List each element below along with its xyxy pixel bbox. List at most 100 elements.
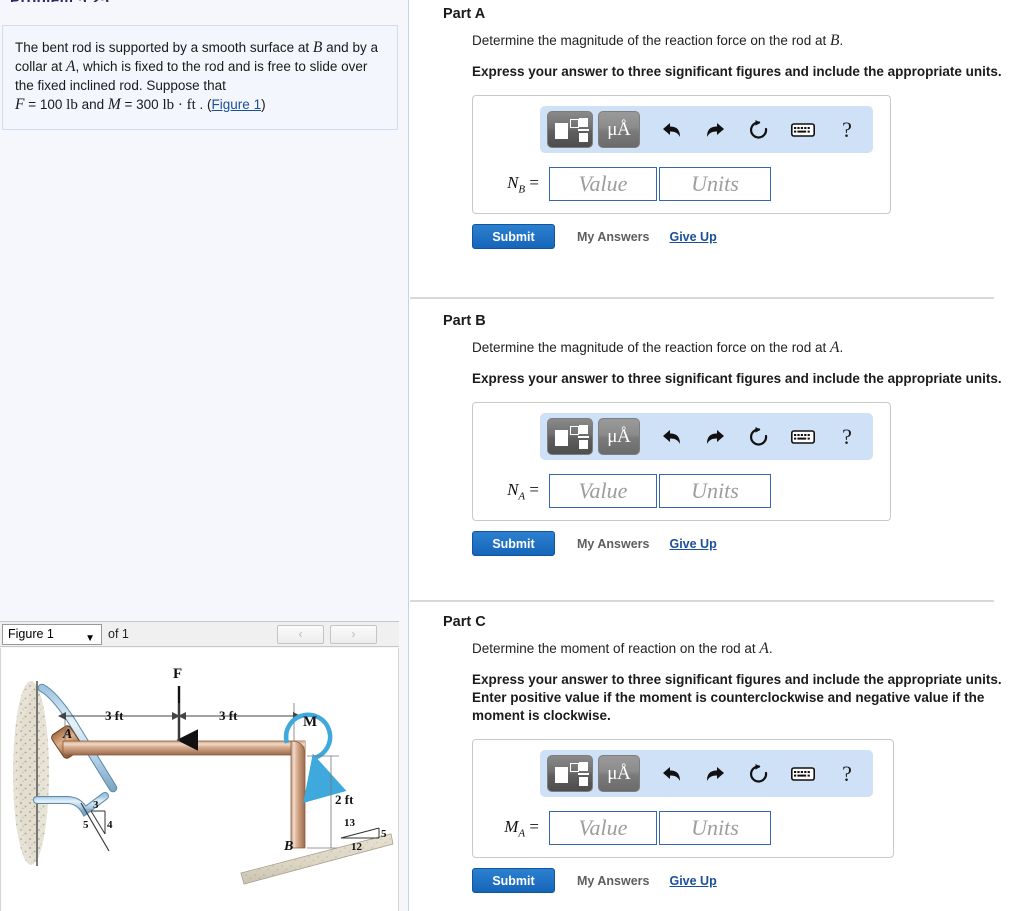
part-b-give-up-link[interactable]: Give Up (669, 537, 716, 551)
triangle-left-4: 4 (107, 819, 113, 831)
part-c-prompt-symbol: A (759, 640, 769, 657)
part-c-answer-label: MA = (485, 817, 549, 839)
part-c-symbol: M (504, 816, 519, 836)
problem-statement-text: The bent rod is supported by a smooth su… (15, 38, 383, 115)
divider-a-b (410, 297, 994, 299)
part-a-prompt-period: . (839, 33, 844, 48)
help-icon[interactable]: ? (829, 115, 865, 145)
part-a-prompt-text: Determine the magnitude of the reaction … (472, 33, 830, 48)
reset-circular-arrow-icon[interactable] (741, 115, 777, 145)
part-b-my-answers-link[interactable]: My Answers (577, 537, 649, 551)
dim-3ft-left: 3 ft (105, 708, 124, 723)
triangle-right-5: 5 (381, 828, 387, 840)
part-b-submit-button[interactable]: Submit (472, 531, 555, 556)
part-a-units-input[interactable]: Units (659, 167, 771, 201)
help-icon[interactable]: ? (829, 422, 865, 452)
figure-count-label: of 1 (108, 627, 129, 641)
units-glyph: μÅ (607, 426, 631, 447)
keyboard-icon[interactable] (785, 115, 821, 145)
part-c-instruction: Express your answer to three significant… (472, 672, 1002, 723)
unit-lb-ft: lb · ft (162, 97, 196, 113)
part-c-submit-button[interactable]: Submit (472, 868, 555, 893)
vertical-rod (290, 740, 306, 849)
symbol-A: A (66, 58, 76, 75)
part-a-equals: = (529, 172, 539, 192)
part-b-instruction: Express your answer to three significant… (472, 371, 1002, 386)
help-glyph: ? (842, 116, 852, 142)
math-template-icon[interactable] (547, 755, 593, 792)
part-c-value-input[interactable]: Value (549, 811, 657, 845)
help-glyph: ? (842, 423, 852, 449)
part-c-my-answers-link[interactable]: My Answers (577, 874, 649, 888)
keyboard-icon[interactable] (785, 759, 821, 789)
part-c-give-up-link[interactable]: Give Up (669, 874, 716, 888)
redo-arrow-icon[interactable] (698, 115, 734, 145)
math-template-icon[interactable] (547, 418, 593, 455)
part-c-units-input[interactable]: Units (659, 811, 771, 845)
part-c-title: Part C (443, 614, 486, 630)
reset-circular-arrow-icon[interactable] (741, 759, 777, 789)
units-micro-angstrom-icon[interactable]: μÅ (597, 755, 640, 792)
reset-circular-arrow-icon[interactable] (741, 422, 777, 452)
triangle-right-13: 13 (344, 817, 356, 829)
chevron-down-icon: ▼ (85, 633, 95, 644)
problem-text-part6: . ( (195, 97, 212, 112)
part-b-actions: Submit My Answers Give Up (472, 531, 1024, 556)
part-c-prompt-period: . (768, 641, 773, 656)
problem-statement-box: The bent rod is supported by a smooth su… (2, 25, 398, 130)
part-a-my-answers-link[interactable]: My Answers (577, 230, 649, 244)
part-b-value-input[interactable]: Value (549, 474, 657, 508)
figure-toolbar: Figure 1 ▼ of 1 ‹ › (0, 621, 399, 647)
problem-left-panel: Problem 5.25 The bent rod is supported b… (0, 0, 409, 911)
part-a-actions: Submit My Answers Give Up (472, 224, 1024, 249)
figure-prev-button[interactable]: ‹ (277, 625, 324, 644)
undo-arrow-icon[interactable] (654, 759, 690, 789)
part-a-submit-button[interactable]: Submit (472, 224, 555, 249)
part-b-prompt-text: Determine the magnitude of the reaction … (472, 340, 830, 355)
part-a-math-toolbar: μÅ ? (540, 106, 873, 153)
part-a-value-input[interactable]: Value (549, 167, 657, 201)
part-a-subscript: B (518, 183, 526, 196)
units-glyph: μÅ (607, 119, 631, 140)
help-icon[interactable]: ? (829, 759, 865, 789)
part-a-answer-box: μÅ ? NB = Value Units (472, 95, 891, 214)
bent-rod-diagram: 3 5 4 A F 3 ft 3 ft M 2 ft B 13 12 5 (13, 666, 394, 885)
math-template-icon[interactable] (547, 111, 593, 148)
part-c-section: Part C Determine the moment of reaction … (410, 614, 1024, 893)
redo-arrow-icon[interactable] (698, 422, 734, 452)
help-glyph: ? (842, 760, 852, 786)
part-b-symbol: N (507, 479, 519, 499)
part-c-equals: = (529, 816, 539, 836)
problem-text-part7: ) (261, 97, 266, 112)
part-a-section: Part A Determine the magnitude of the re… (410, 6, 1024, 249)
part-b-units-input[interactable]: Units (659, 474, 771, 508)
part-a-give-up-link[interactable]: Give Up (669, 230, 716, 244)
part-b-title: Part B (443, 313, 486, 329)
part-b-prompt-period: . (839, 340, 844, 355)
label-A: A (62, 727, 72, 742)
part-a-title: Part A (443, 6, 486, 22)
undo-arrow-icon[interactable] (654, 422, 690, 452)
part-b-answer-box: μÅ ? NA = Value Units (472, 402, 891, 521)
given-F-value: = 100 (24, 97, 63, 112)
redo-arrow-icon[interactable] (698, 759, 734, 789)
units-glyph: μÅ (607, 763, 631, 784)
part-a-answer-row: NB = Value Units (473, 167, 890, 201)
label-F: F (173, 666, 182, 682)
part-b-prompt: Determine the magnitude of the reaction … (472, 339, 1024, 357)
problem-page: Problem 5.25 The bent rod is supported b… (0, 0, 1024, 911)
triangle-left-3: 3 (93, 799, 99, 811)
figure-select[interactable]: Figure 1 ▼ (2, 624, 102, 645)
figure-1-link[interactable]: Figure 1 (212, 97, 262, 112)
label-B: B (283, 839, 293, 854)
figure-next-button[interactable]: › (330, 625, 377, 644)
keyboard-icon[interactable] (785, 422, 821, 452)
part-a-symbol: N (507, 172, 519, 192)
undo-arrow-icon[interactable] (654, 115, 690, 145)
units-micro-angstrom-icon[interactable]: μÅ (597, 111, 640, 148)
divider-b-c (410, 600, 994, 602)
figure-select-value: Figure 1 (8, 627, 54, 641)
units-micro-angstrom-icon[interactable]: μÅ (597, 418, 640, 455)
part-c-answer-box: μÅ ? MA = Value Units (472, 739, 894, 858)
part-c-subscript: A (518, 827, 526, 840)
